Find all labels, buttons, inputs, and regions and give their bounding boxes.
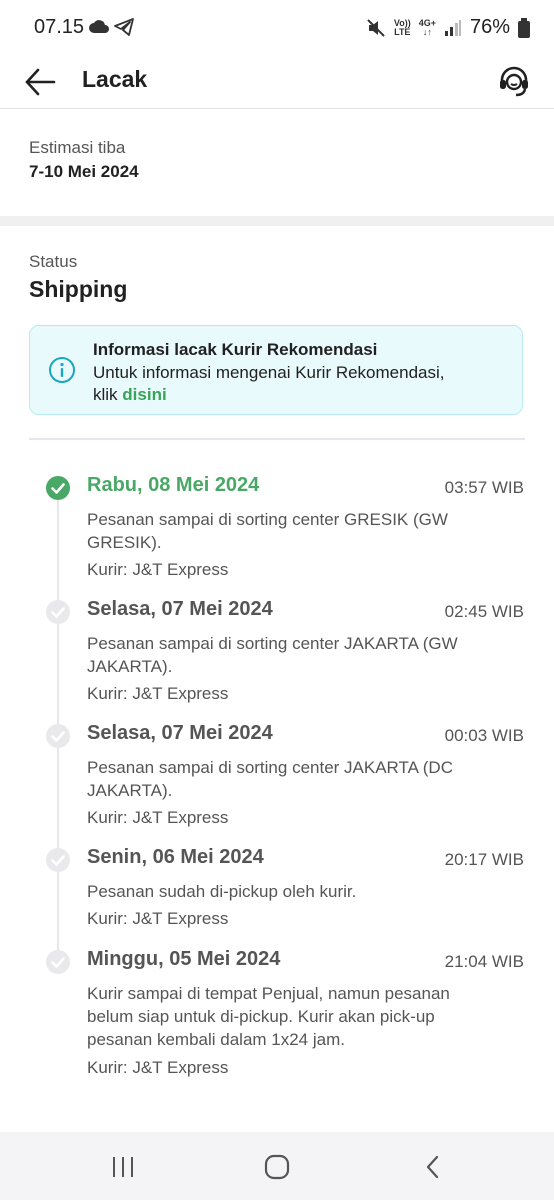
info-link[interactable]: disini <box>122 385 166 404</box>
timeline-time: 03:57 WIB <box>444 478 524 497</box>
timeline-desc: Pesanan sampai di sorting center JAKARTA… <box>87 634 458 676</box>
timeline-date: Selasa, 07 Mei 2024 <box>87 722 273 744</box>
timeline-desc: Pesanan sudah di-pickup oleh kurir. <box>87 882 357 901</box>
page-title: Lacak <box>82 66 148 92</box>
status-time: 07.15 <box>34 16 85 38</box>
timeline-desc: Pesanan sampai di sorting center JAKARTA… <box>87 758 453 800</box>
timeline-courier: Kurir: J&T Express <box>87 808 229 827</box>
back-button[interactable] <box>22 64 58 100</box>
mute-icon <box>367 18 385 37</box>
app-bar: Lacak <box>0 56 554 109</box>
section-divider <box>0 216 554 226</box>
check-circle-inactive-icon <box>46 950 70 974</box>
separator-line <box>29 438 525 440</box>
timeline-time: 00:03 WIB <box>444 726 524 745</box>
help-center-button[interactable] <box>496 63 532 99</box>
info-body-prefix: klik <box>93 385 123 404</box>
check-circle-active-icon <box>46 476 70 500</box>
check-circle-inactive-icon <box>46 848 70 872</box>
status-section: Status Shipping <box>29 252 127 303</box>
timeline-time: 02:45 WIB <box>444 602 524 621</box>
timeline-date: Minggu, 05 Mei 2024 <box>87 948 281 970</box>
lte-label: LTE <box>394 26 411 37</box>
info-banner: Informasi lacak Kurir Rekomendasi Untuk … <box>29 325 523 415</box>
info-body: Untuk informasi mengenai Kurir Rekomenda… <box>93 363 445 382</box>
info-icon <box>49 357 75 383</box>
timeline-courier: Kurir: J&T Express <box>87 560 229 579</box>
system-nav-bar <box>0 1132 554 1200</box>
timeline-courier: Kurir: J&T Express <box>87 1058 229 1077</box>
timeline-date: Senin, 06 Mei 2024 <box>87 846 264 868</box>
home-icon[interactable] <box>262 1152 292 1182</box>
status-value: Shipping <box>29 276 128 302</box>
timeline-time: 20:17 WIB <box>444 850 524 869</box>
telegram-icon <box>114 18 134 36</box>
recent-apps-icon[interactable] <box>108 1152 138 1182</box>
signal-icon <box>444 19 461 36</box>
timeline-date: Rabu, 08 Mei 2024 <box>87 474 260 496</box>
eta-label: Estimasi tiba <box>29 138 126 157</box>
timeline-time: 21:04 WIB <box>444 952 524 971</box>
status-bar: 07.15 Vo)) LTE 4G+ ↓↑ 76% <box>0 0 554 56</box>
eta-section: Estimasi tiba 7-10 Mei 2024 <box>29 138 139 182</box>
timeline-desc: Kurir sampai di tempat Penjual, namun pe… <box>87 984 450 1049</box>
eta-value: 7-10 Mei 2024 <box>29 162 139 181</box>
timeline-date: Selasa, 07 Mei 2024 <box>87 598 273 620</box>
cloud-icon <box>89 20 109 33</box>
status-label: Status <box>29 252 78 271</box>
timeline-courier: Kurir: J&T Express <box>87 909 229 928</box>
back-nav-icon[interactable] <box>418 1152 448 1182</box>
arrow-left-icon <box>25 68 56 96</box>
check-circle-inactive-icon <box>46 724 70 748</box>
info-title: Informasi lacak Kurir Rekomendasi <box>93 340 378 359</box>
headset-icon <box>500 66 528 97</box>
timeline-desc: Pesanan sampai di sorting center GRESIK … <box>87 510 448 552</box>
timeline-courier: Kurir: J&T Express <box>87 684 229 703</box>
battery-icon <box>518 17 530 38</box>
battery-percent: 76% <box>469 16 510 38</box>
check-circle-inactive-icon <box>46 600 70 624</box>
